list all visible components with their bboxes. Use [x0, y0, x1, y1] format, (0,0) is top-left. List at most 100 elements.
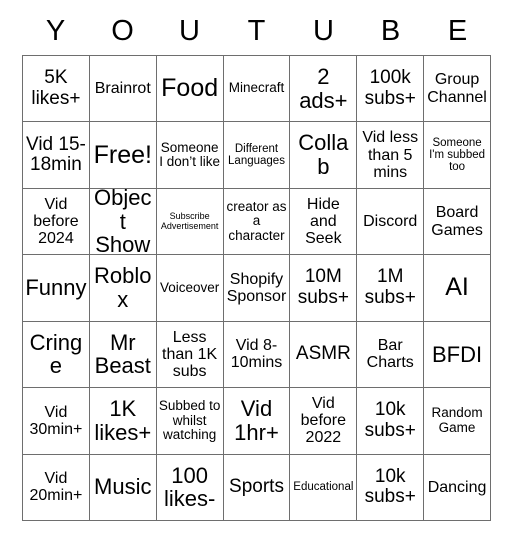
bingo-cell[interactable]: Sports — [223, 454, 291, 521]
bingo-grid: 5K likes+ Brainrot Food Minecraft 2 ads+ 100k… — [22, 55, 491, 521]
bingo-header-letter-3: T — [247, 15, 266, 47]
bingo-header-letter-5: B — [380, 15, 401, 47]
bingo-cell-label: Vid 30min+ — [29, 403, 83, 438]
bingo-cell-label: Dancing — [427, 478, 487, 496]
bingo-cell[interactable]: Educational — [290, 454, 358, 521]
bingo-cell-label: Vid before 2022 — [300, 394, 347, 447]
bingo-cell[interactable]: AI — [424, 255, 491, 322]
bingo-card: Y O U T U B E 5K likes+ Brainrot Food Minecraft 2 … — [0, 0, 511, 544]
bingo-cell[interactable]: Someone I'm subbed too — [424, 122, 491, 189]
bingo-cell[interactable]: ASMR — [290, 321, 358, 389]
bingo-cell[interactable]: Object Show — [89, 188, 157, 256]
bingo-cell[interactable]: Vid 1hr+ — [223, 388, 291, 455]
bingo-cell-label: Vid less than 5 mins — [362, 129, 419, 181]
bingo-cell-label: Music — [94, 474, 152, 500]
bingo-cell[interactable]: creator as a character — [223, 188, 291, 256]
bingo-cell[interactable]: Vid before 2024 — [23, 188, 90, 256]
bingo-cell[interactable]: 10k subs+ — [357, 388, 425, 455]
bingo-cell-label: Sports — [229, 476, 284, 498]
bingo-cell[interactable]: Board Games — [424, 188, 491, 256]
bingo-cell-label: Cringe — [29, 329, 83, 379]
bingo-cell[interactable]: Hide and Seek — [290, 188, 358, 256]
bingo-cell-label: Less than 1K subs — [162, 328, 218, 381]
bingo-cell-label: 10M subs+ — [297, 266, 349, 308]
bingo-cell[interactable]: Funny — [23, 255, 90, 322]
bingo-cell[interactable]: Food — [156, 56, 224, 123]
bingo-cell[interactable]: Vid less than 5 mins — [357, 122, 425, 189]
bingo-cell[interactable]: Less than 1K subs — [156, 321, 224, 389]
bingo-cell[interactable]: BFDI — [424, 321, 491, 389]
bingo-cell[interactable]: Vid 15-18min — [23, 122, 90, 189]
bingo-cell-label: BFDI — [432, 341, 483, 367]
bingo-cell[interactable]: Vid 20min+ — [23, 454, 90, 521]
bingo-cell-label: Mr Beast — [94, 329, 151, 379]
bingo-cell-label: Object Show — [94, 188, 152, 256]
bingo-cell[interactable]: Roblox — [89, 255, 157, 322]
bingo-cell-label: 1M subs+ — [364, 266, 416, 308]
bingo-cell[interactable]: Group Channel — [424, 56, 491, 123]
bingo-cell[interactable]: Vid before 2022 — [290, 388, 358, 455]
bingo-cell-label: Voiceover — [159, 279, 220, 295]
bingo-cell[interactable]: Voiceover — [156, 255, 224, 322]
bingo-cell-label: Board Games — [431, 204, 483, 239]
bingo-cell[interactable]: Minecraft — [223, 56, 291, 123]
bingo-cell-label: Minecraft — [228, 80, 285, 96]
bingo-header-letters: YOUTUBE — [22, 8, 491, 55]
bingo-cell-label: Random Game — [431, 405, 483, 435]
bingo-cell-label: 100k subs+ — [364, 67, 416, 109]
bingo-cell-label: Funny — [25, 275, 87, 301]
bingo-cell-label: Vid 1hr+ — [234, 396, 279, 445]
bingo-cell-label: ASMR — [295, 343, 351, 365]
bingo-cell[interactable]: Bar Charts — [357, 321, 425, 389]
bingo-cell[interactable]: Dancing — [424, 454, 491, 521]
bingo-header-letter-4: U — [313, 15, 334, 47]
bingo-cell-label: 10k subs+ — [364, 465, 416, 508]
bingo-cell[interactable]: Random Game — [424, 388, 491, 455]
bingo-cell[interactable]: Different Languages — [223, 122, 291, 189]
bingo-cell-label: Roblox — [94, 263, 152, 312]
bingo-header-letter-1: O — [111, 15, 134, 47]
bingo-cell[interactable]: Shopify Sponsor — [223, 255, 291, 322]
bingo-header-letter-6: E — [447, 15, 468, 47]
bingo-cell-label: Free! — [93, 140, 152, 169]
bingo-cell[interactable]: Someone I don’t like — [156, 122, 224, 189]
bingo-cell-label: Vid 8-10mins — [230, 337, 283, 372]
bingo-cell-label: Vid 20min+ — [29, 470, 83, 505]
bingo-cell-label: 5K likes+ — [31, 67, 81, 109]
bingo-cell-label: Someone I'm subbed too — [429, 136, 486, 174]
bingo-cell[interactable]: Vid 8-10mins — [223, 321, 291, 389]
bingo-header-letter-2: U — [179, 15, 200, 47]
bingo-cell-label: 1K likes+ — [94, 396, 152, 445]
bingo-cell[interactable]: Brainrot — [89, 56, 157, 123]
bingo-cell[interactable]: Cringe — [23, 321, 90, 389]
bingo-cell[interactable]: 100 likes- — [156, 454, 224, 521]
bingo-cell-label: Discord — [363, 212, 418, 230]
bingo-cell[interactable]: 100k subs+ — [357, 56, 425, 123]
bingo-cell-label: Hide and Seek — [305, 195, 342, 248]
bingo-cell[interactable]: Subbed to whilst watching — [156, 388, 224, 455]
bingo-cell[interactable]: Music — [89, 454, 157, 521]
bingo-cell[interactable]: 5K likes+ — [23, 56, 90, 123]
bingo-cell[interactable]: Collab — [290, 122, 358, 189]
bingo-cell[interactable]: Vid 30min+ — [23, 388, 90, 455]
bingo-cell-label: AI — [445, 273, 469, 302]
bingo-cell-label: Collab — [298, 130, 349, 180]
bingo-cell[interactable]: Discord — [357, 188, 425, 256]
bingo-cell[interactable]: 10k subs+ — [357, 454, 425, 521]
bingo-cell-label: 100 likes- — [163, 462, 216, 512]
bingo-cell-label: Shopify Sponsor — [226, 270, 287, 305]
bingo-cell[interactable]: Mr Beast — [89, 321, 157, 389]
bingo-cell-label: Someone I don’t like — [159, 139, 221, 170]
bingo-cell-label: 2 ads+ — [299, 63, 348, 113]
bingo-cell[interactable]: 1M subs+ — [357, 255, 425, 322]
bingo-cell[interactable]: 10M subs+ — [290, 255, 358, 322]
bingo-cell-label: Brainrot — [94, 80, 151, 98]
bingo-header-letter-0: Y — [45, 15, 66, 47]
bingo-cell[interactable]: 1K likes+ — [89, 388, 157, 455]
bingo-cell-label: Group Channel — [427, 71, 487, 106]
bingo-cell-label: Food — [161, 74, 219, 103]
bingo-cell[interactable]: Free! — [89, 122, 157, 189]
bingo-cell-label: Subbed to whilst watching — [158, 397, 221, 443]
bingo-cell[interactable]: Subscribe Advertisement — [156, 188, 224, 256]
bingo-cell[interactable]: 2 ads+ — [290, 56, 358, 123]
